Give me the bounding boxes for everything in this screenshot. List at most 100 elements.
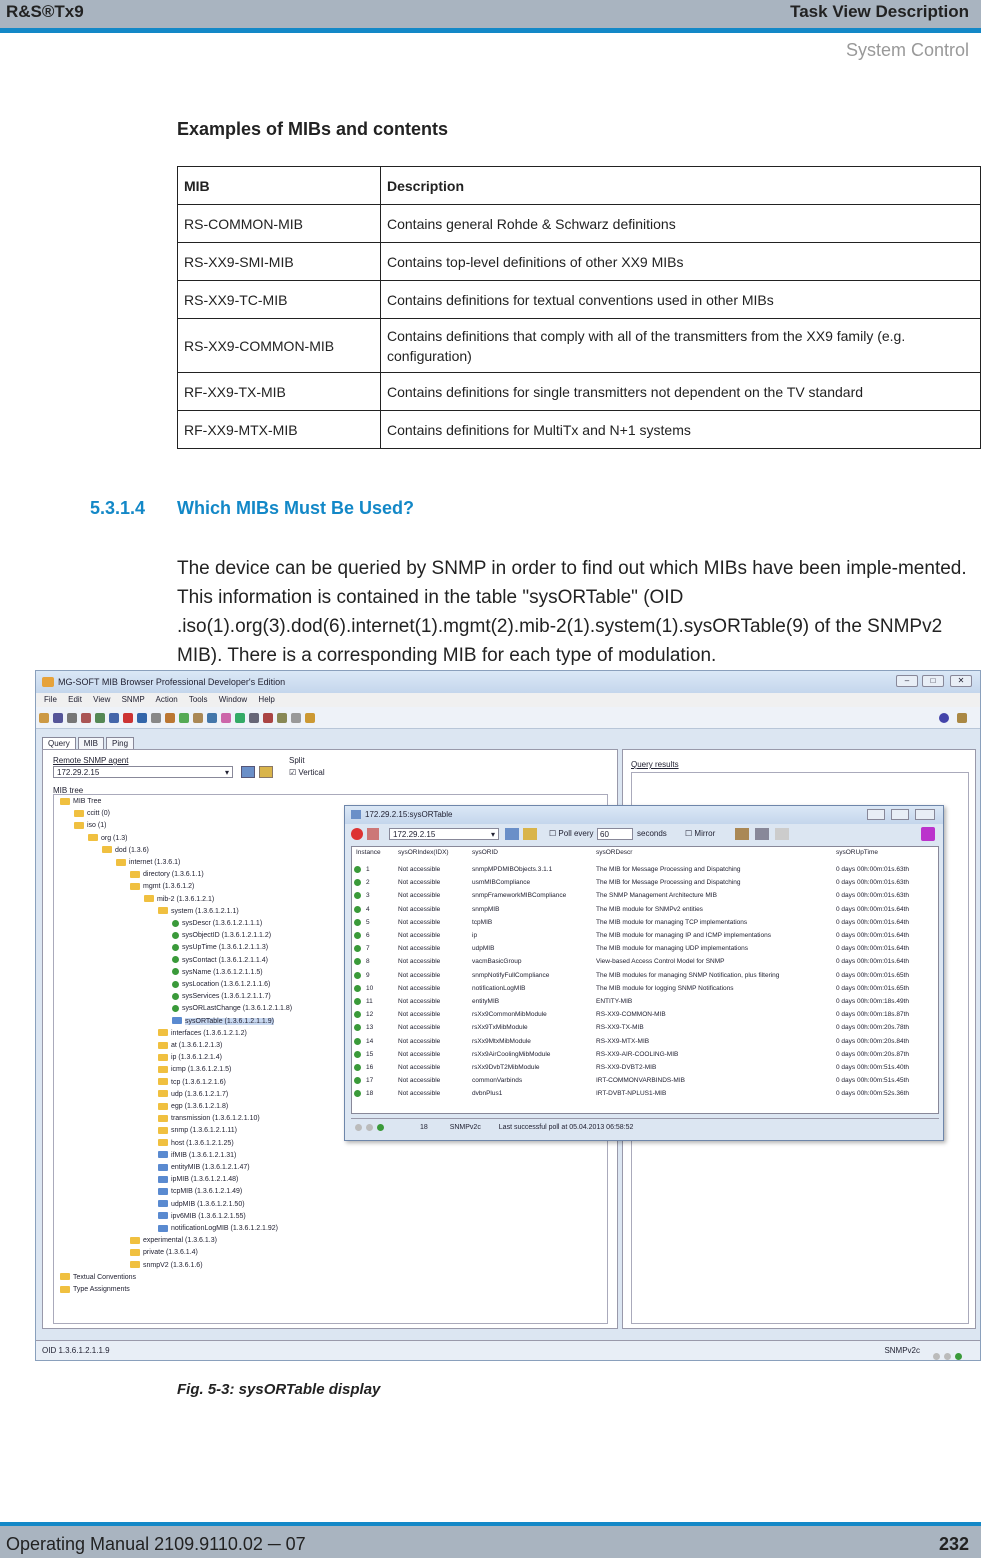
tree-node[interactable]: transmission (1.3.6.1.2.1.10) (158, 1114, 260, 1124)
column-header[interactable]: sysORID (472, 849, 498, 856)
tree-node[interactable]: sysContact (1.3.6.1.2.1.1.4) (172, 956, 268, 966)
toolbar-icon[interactable] (235, 713, 245, 723)
agent-properties-icon[interactable] (259, 766, 273, 778)
toolbar-icon[interactable] (291, 713, 301, 723)
tree-node[interactable]: sysName (1.3.6.1.2.1.1.5) (172, 968, 263, 978)
toolbar-icon[interactable] (123, 713, 133, 723)
toolbar-icon[interactable] (207, 713, 217, 723)
tree-node[interactable]: private (1.3.6.1.4) (130, 1248, 198, 1258)
tab-mib[interactable]: MIB (77, 737, 105, 749)
tree-node[interactable]: ipv6MIB (1.3.6.1.2.1.55) (158, 1212, 246, 1222)
tree-node[interactable]: sysDescr (1.3.6.1.2.1.1.1) (172, 919, 262, 929)
minimize-icon[interactable] (867, 809, 885, 820)
tree-node[interactable]: sysObjectID (1.3.6.1.2.1.1.2) (172, 931, 271, 941)
stop-icon[interactable] (351, 828, 363, 840)
toolbar-icon[interactable] (263, 713, 273, 723)
menu-item[interactable]: Help (258, 695, 274, 704)
tree-node[interactable]: Type Assignments (60, 1285, 130, 1295)
menu-item[interactable]: Tools (189, 695, 208, 704)
column-header[interactable]: sysORIndex(IDX) (398, 849, 449, 856)
close-icon[interactable]: ✕ (950, 675, 972, 687)
poll-interval-input[interactable]: 60 (597, 828, 633, 840)
tree-node[interactable]: MIB Tree (60, 797, 101, 807)
tree-node[interactable]: snmpV2 (1.3.6.1.6) (130, 1261, 203, 1271)
toolbar-icon[interactable] (193, 713, 203, 723)
tree-node[interactable]: notificationLogMIB (1.3.6.1.2.1.92) (158, 1224, 278, 1234)
poll-checkbox[interactable]: ☐ Poll every (549, 829, 594, 838)
tree-node[interactable]: ip (1.3.6.1.2.1.4) (158, 1053, 222, 1063)
print-icon[interactable] (755, 828, 769, 840)
tree-node[interactable]: org (1.3) (88, 834, 127, 844)
close-icon[interactable] (915, 809, 935, 820)
tree-node[interactable]: interfaces (1.3.6.1.2.1.2) (158, 1029, 247, 1039)
agent-browse-icon[interactable] (505, 828, 519, 840)
toolbar-icon[interactable] (151, 713, 161, 723)
agent-properties-icon[interactable] (523, 828, 537, 840)
toolbar-icon[interactable] (109, 713, 119, 723)
tree-node[interactable]: tcp (1.3.6.1.2.1.6) (158, 1078, 226, 1088)
help-icon[interactable] (921, 827, 935, 841)
menu-item[interactable]: File (44, 695, 57, 704)
tree-node[interactable]: host (1.3.6.1.2.1.25) (158, 1139, 234, 1149)
menu-item[interactable]: View (93, 695, 110, 704)
tree-node[interactable]: sysServices (1.3.6.1.2.1.1.7) (172, 992, 271, 1002)
tree-node[interactable]: Textual Conventions (60, 1273, 136, 1283)
minimize-icon[interactable]: – (896, 675, 918, 687)
tree-node[interactable]: icmp (1.3.6.1.2.1.5) (158, 1065, 231, 1075)
tree-node[interactable]: udp (1.3.6.1.2.1.7) (158, 1090, 228, 1100)
tree-node[interactable]: tcpMIB (1.3.6.1.2.1.49) (158, 1187, 242, 1197)
maximize-icon[interactable] (891, 809, 909, 820)
toolbar-icon[interactable] (221, 713, 231, 723)
tree-node[interactable]: directory (1.3.6.1.1) (130, 870, 204, 880)
tree-node[interactable]: sysLocation (1.3.6.1.2.1.1.6) (172, 980, 270, 990)
refresh-icon[interactable] (367, 828, 379, 840)
agent-browse-icon[interactable] (241, 766, 255, 778)
tree-node[interactable]: dod (1.3.6) (102, 846, 149, 856)
toolbar-icon[interactable] (67, 713, 77, 723)
toolbar-icon[interactable] (81, 713, 91, 723)
tree-node[interactable]: ifMIB (1.3.6.1.2.1.31) (158, 1151, 236, 1161)
column-header[interactable]: sysORDescr (596, 849, 632, 856)
toolbar-icon[interactable] (249, 713, 259, 723)
tree-node[interactable]: entityMIB (1.3.6.1.2.1.47) (158, 1163, 250, 1173)
menu-item[interactable]: Action (156, 695, 178, 704)
tree-node[interactable]: sysORLastChange (1.3.6.1.2.1.1.8) (172, 1004, 292, 1014)
clear-icon[interactable] (775, 828, 789, 840)
tree-node[interactable]: snmp (1.3.6.1.2.1.11) (158, 1126, 237, 1136)
toolbar-icon[interactable] (137, 713, 147, 723)
menu-item[interactable]: Edit (68, 695, 82, 704)
toolbar-icon[interactable] (165, 713, 175, 723)
tree-node[interactable]: ipMIB (1.3.6.1.2.1.48) (158, 1175, 238, 1185)
tree-node[interactable]: at (1.3.6.1.2.1.3) (158, 1041, 222, 1051)
vertical-checkbox[interactable]: ☑ Vertical (289, 768, 325, 777)
tree-node[interactable]: mib-2 (1.3.6.1.2.1) (144, 895, 214, 905)
tab-ping[interactable]: Ping (106, 737, 135, 749)
toolbar-icon[interactable] (277, 713, 287, 723)
column-header[interactable]: Instance (356, 849, 381, 856)
tree-node[interactable]: internet (1.3.6.1) (116, 858, 180, 868)
tab-query[interactable]: Query (42, 737, 76, 749)
agent-combobox[interactable]: 172.29.2.15 ▾ (389, 828, 499, 840)
toolbar-icon[interactable] (305, 713, 315, 723)
tree-node[interactable]: iso (1) (74, 821, 106, 831)
tree-node[interactable]: mgmt (1.3.6.1.2) (130, 882, 194, 892)
tree-node[interactable]: sysORTable (1.3.6.1.2.1.1.9) (172, 1017, 274, 1027)
tree-node[interactable]: experimental (1.3.6.1.3) (130, 1236, 217, 1246)
toolbar-icon[interactable] (39, 713, 49, 723)
home-icon[interactable] (957, 713, 967, 723)
tree-node[interactable]: egp (1.3.6.1.2.1.8) (158, 1102, 228, 1112)
toolbar-icon[interactable] (95, 713, 105, 723)
toolbar-icon[interactable] (179, 713, 189, 723)
toolbar-icon[interactable] (53, 713, 63, 723)
export-icon[interactable] (735, 828, 749, 840)
tree-node[interactable]: system (1.3.6.1.2.1.1) (158, 907, 239, 917)
tree-node[interactable]: ccitt (0) (74, 809, 110, 819)
maximize-icon[interactable]: □ (922, 675, 944, 687)
tree-node[interactable]: udpMIB (1.3.6.1.2.1.50) (158, 1200, 245, 1210)
mirror-checkbox[interactable]: ☐ Mirror (685, 829, 715, 838)
column-header[interactable]: sysORUpTime (836, 849, 878, 856)
menu-item[interactable]: Window (219, 695, 247, 704)
agent-combobox[interactable]: 172.29.2.15 ▾ (53, 766, 233, 778)
tree-node[interactable]: sysUpTime (1.3.6.1.2.1.1.3) (172, 943, 268, 953)
help-icon[interactable] (939, 713, 949, 723)
